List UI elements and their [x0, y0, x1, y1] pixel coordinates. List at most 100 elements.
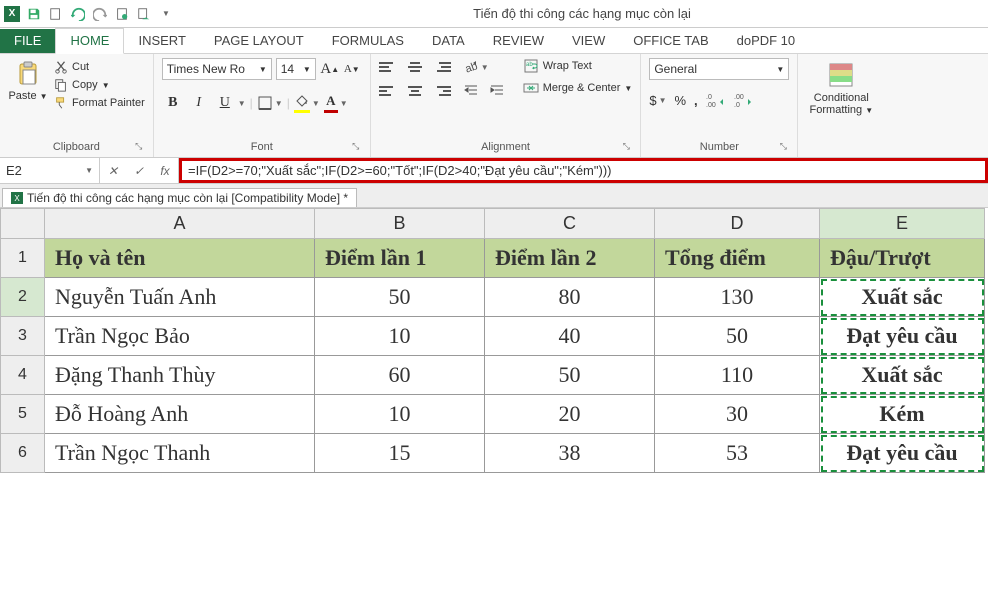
align-left-button[interactable] [379, 82, 399, 100]
alignment-dialog-icon[interactable]: ⤡ [620, 141, 632, 153]
qat-dropdown-icon[interactable]: ▼ [158, 6, 174, 22]
spreadsheet-grid[interactable]: ABCDE 1Họ và tênĐiểm lần 1Điểm lần 2Tổng … [0, 208, 988, 473]
align-top-button[interactable] [379, 58, 399, 76]
font-size-selector[interactable]: 14▼ [276, 58, 316, 80]
cell-A3[interactable]: Trần Ngọc Bảo [45, 317, 315, 356]
percent-button[interactable]: % [674, 93, 686, 108]
bold-button[interactable]: B [162, 92, 184, 114]
align-right-button[interactable] [431, 82, 451, 100]
currency-button[interactable]: $ ▼ [649, 93, 666, 108]
number-format-selector[interactable]: General▼ [649, 58, 789, 80]
font-dialog-icon[interactable]: ⤡ [350, 141, 362, 153]
save-icon[interactable] [26, 6, 42, 22]
cell-C4[interactable]: 50 [485, 356, 655, 395]
cell-A1[interactable]: Họ và tên [45, 239, 315, 278]
decrease-indent-button[interactable] [463, 82, 483, 100]
column-header-A[interactable]: A [45, 209, 315, 239]
cell-E6[interactable]: Đạt yêu cầu [820, 434, 985, 473]
cell-D2[interactable]: 130 [655, 278, 820, 317]
align-middle-button[interactable] [405, 58, 425, 76]
row-header-3[interactable]: 3 [1, 317, 45, 356]
tab-data[interactable]: DATA [418, 29, 479, 53]
cell-A5[interactable]: Đỗ Hoàng Anh [45, 395, 315, 434]
merge-center-button[interactable]: Merge & Center ▼ [523, 80, 633, 96]
column-header-C[interactable]: C [485, 209, 655, 239]
undo-icon[interactable] [70, 6, 86, 22]
decrease-decimal-button[interactable]: .00.0 [734, 92, 754, 108]
cell-D3[interactable]: 50 [655, 317, 820, 356]
workbook-tab[interactable]: X Tiến độ thi công các hạng mục còn lại … [2, 188, 357, 207]
increase-indent-button[interactable] [489, 82, 509, 100]
wrap-text-button[interactable]: abWrap Text [523, 58, 633, 74]
cell-E3[interactable]: Đạt yêu cầu [820, 317, 985, 356]
tab-home[interactable]: HOME [55, 28, 124, 54]
increase-decimal-button[interactable]: .0.00 [706, 92, 726, 108]
font-color-button[interactable]: A▼ [324, 93, 348, 113]
font-name-selector[interactable]: Times New Ro▼ [162, 58, 272, 80]
redo-icon[interactable] [92, 6, 108, 22]
column-header-E[interactable]: E [820, 209, 985, 239]
qat-icon-2[interactable] [48, 6, 64, 22]
copy-button[interactable]: Copy ▼ [54, 78, 145, 92]
align-bottom-button[interactable] [431, 58, 451, 76]
cell-A6[interactable]: Trần Ngọc Thanh [45, 434, 315, 473]
tab-office-tab[interactable]: OFFICE TAB [619, 29, 722, 53]
tab-page-layout[interactable]: PAGE LAYOUT [200, 29, 318, 53]
cell-B1[interactable]: Điểm lần 1 [315, 239, 485, 278]
grow-font-button[interactable]: A▲ [320, 58, 340, 80]
row-header-5[interactable]: 5 [1, 395, 45, 434]
align-center-button[interactable] [405, 82, 425, 100]
cell-E4[interactable]: Xuất sắc [820, 356, 985, 395]
cell-B6[interactable]: 15 [315, 434, 485, 473]
row-header-2[interactable]: 2 [1, 278, 45, 317]
cell-D1[interactable]: Tổng điểm [655, 239, 820, 278]
cancel-formula-icon[interactable]: ✕ [100, 164, 126, 178]
comma-button[interactable]: , [694, 93, 698, 108]
cell-B4[interactable]: 60 [315, 356, 485, 395]
cut-button[interactable]: Cut [54, 60, 145, 74]
qat-icon-5[interactable] [114, 6, 130, 22]
paste-button[interactable]: Paste ▼ [8, 58, 48, 102]
fill-color-button[interactable]: ▼ [294, 93, 320, 113]
row-header-6[interactable]: 6 [1, 434, 45, 473]
cell-C5[interactable]: 20 [485, 395, 655, 434]
cell-C2[interactable]: 80 [485, 278, 655, 317]
cell-C6[interactable]: 38 [485, 434, 655, 473]
cell-D6[interactable]: 53 [655, 434, 820, 473]
enter-formula-icon[interactable]: ✓ [126, 164, 152, 178]
qat-icon-6[interactable] [136, 6, 152, 22]
orientation-button[interactable]: ab▼ [463, 58, 489, 76]
cell-E2[interactable]: Xuất sắc [820, 278, 985, 317]
underline-button[interactable]: U▼ [214, 92, 246, 114]
cell-B5[interactable]: 10 [315, 395, 485, 434]
tab-formulas[interactable]: FORMULAS [318, 29, 418, 53]
number-dialog-icon[interactable]: ⤡ [777, 141, 789, 153]
name-box[interactable]: E2▼ [0, 158, 100, 183]
formula-bar[interactable]: =IF(D2>=70;"Xuất sắc";IF(D2>=60;"Tốt";IF… [179, 158, 988, 183]
cell-B3[interactable]: 10 [315, 317, 485, 356]
cell-E1[interactable]: Đậu/Trượt [820, 239, 985, 278]
cell-D5[interactable]: 30 [655, 395, 820, 434]
cell-E5[interactable]: Kém [820, 395, 985, 434]
column-header-B[interactable]: B [315, 209, 485, 239]
clipboard-dialog-icon[interactable]: ⤡ [133, 141, 145, 153]
tab-insert[interactable]: INSERT [124, 29, 199, 53]
tab-view[interactable]: VIEW [558, 29, 619, 53]
tab-review[interactable]: REVIEW [479, 29, 558, 53]
border-button[interactable]: ▼ [257, 95, 283, 111]
cell-D4[interactable]: 110 [655, 356, 820, 395]
cell-C3[interactable]: 40 [485, 317, 655, 356]
row-header-1[interactable]: 1 [1, 239, 45, 278]
shrink-font-button[interactable]: A▼ [342, 58, 362, 80]
select-all-cell[interactable] [1, 209, 45, 239]
cell-C1[interactable]: Điểm lần 2 [485, 239, 655, 278]
cell-A4[interactable]: Đặng Thanh Thùy [45, 356, 315, 395]
format-painter-button[interactable]: Format Painter [54, 96, 145, 110]
italic-button[interactable]: I [188, 92, 210, 114]
column-header-D[interactable]: D [655, 209, 820, 239]
tab-file[interactable]: FILE [0, 29, 55, 53]
fx-icon[interactable]: fx [152, 164, 178, 178]
row-header-4[interactable]: 4 [1, 356, 45, 395]
cell-A2[interactable]: Nguyễn Tuấn Anh [45, 278, 315, 317]
cell-B2[interactable]: 50 [315, 278, 485, 317]
